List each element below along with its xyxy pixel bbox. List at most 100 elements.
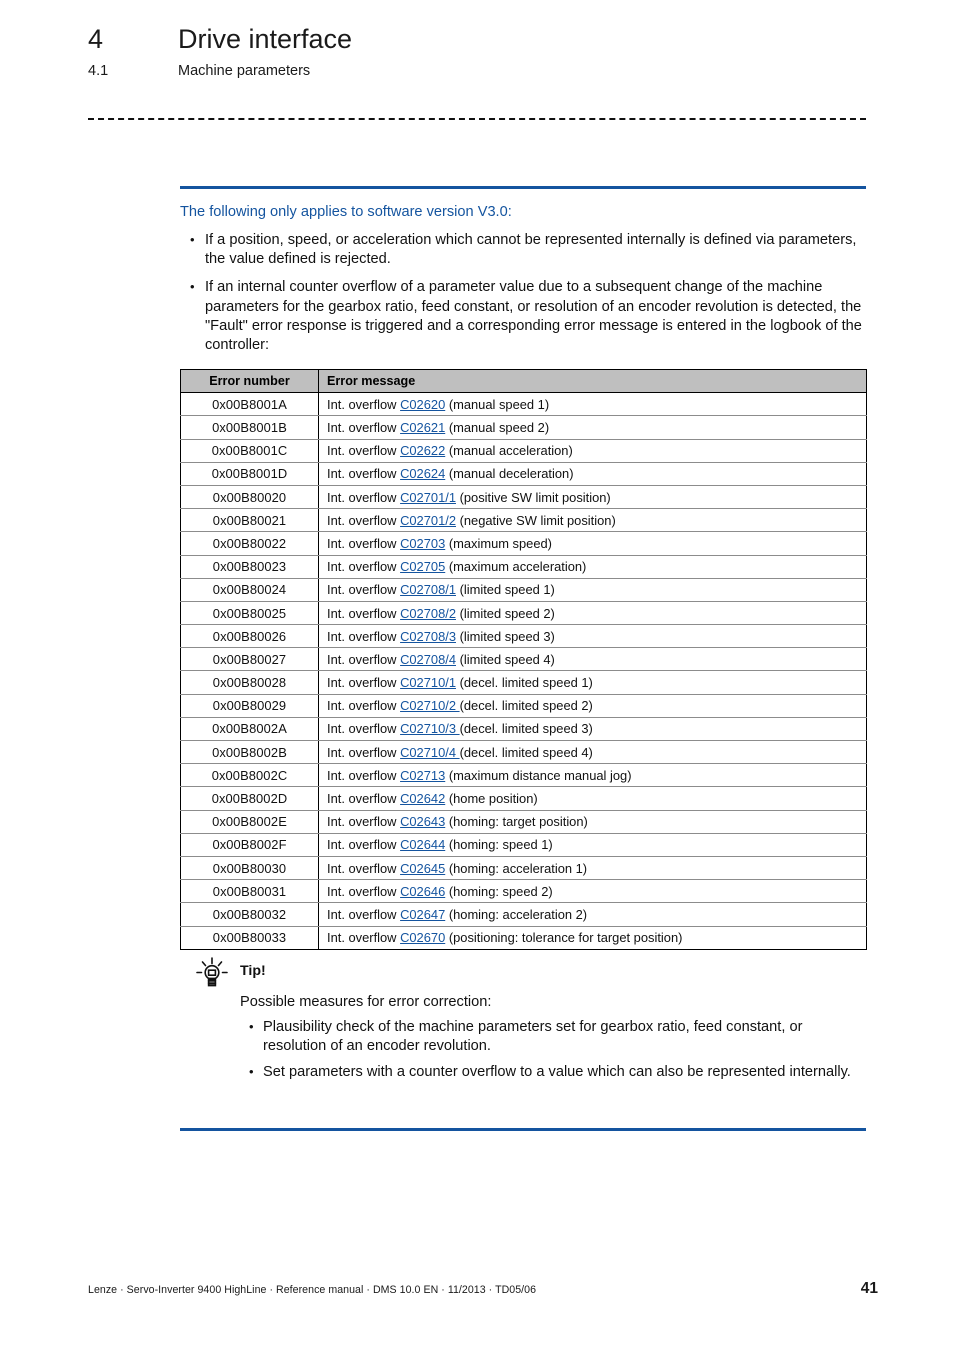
- table-row: 0x00B80021 Int. overflow C02701/2 (negati…: [180, 508, 867, 533]
- message-suffix: (decel. limited speed 4): [459, 744, 593, 760]
- parameter-link[interactable]: C02713: [400, 768, 445, 783]
- parameter-link[interactable]: C02620: [400, 397, 445, 412]
- message-prefix: Int. overflow: [327, 860, 401, 876]
- table-row: 0x00B80027 Int. overflow C02708/4 (limite…: [180, 647, 867, 672]
- cell-error-message: Int. overflow C02620 (manual speed 1): [318, 392, 867, 417]
- message-suffix: (maximum distance manual jog): [445, 767, 632, 783]
- table-row: 0x00B80022 Int. overflow C02703 (maximum …: [180, 531, 867, 556]
- parameter-link[interactable]: C02644: [400, 837, 445, 852]
- table-row: 0x00B80023 Int. overflow C02705 (maximum …: [180, 554, 867, 579]
- message-prefix: Int. overflow: [327, 489, 401, 505]
- parameter-link[interactable]: C02622: [400, 443, 445, 458]
- table-row: 0x00B8002E Int. overflow C02643 (homing: …: [180, 809, 867, 834]
- message-suffix: (negative SW limit position): [455, 512, 616, 528]
- cell-error-number: 0x00B80024: [180, 577, 319, 602]
- error-code-table: Error number Error message 0x00B8001A Int…: [180, 369, 867, 950]
- tip-body: Possible measures for error correction: …: [240, 992, 866, 1082]
- parameter-link[interactable]: C02646: [400, 884, 445, 899]
- parameter-link[interactable]: C02708/1: [400, 582, 456, 597]
- message-suffix: (maximum acceleration): [445, 559, 587, 575]
- parameter-link[interactable]: C02710/1: [400, 675, 456, 690]
- cell-error-number: 0x00B8002B: [180, 740, 319, 765]
- message-suffix: (limited speed 2): [455, 605, 555, 621]
- cell-error-number: 0x00B8002E: [180, 809, 319, 834]
- message-prefix: Int. overflow: [327, 883, 401, 899]
- cell-error-message: Int. overflow C02708/1 (limited speed 1): [318, 577, 867, 602]
- cell-error-number: 0x00B80030: [180, 855, 319, 881]
- cell-error-number: 0x00B8002D: [180, 786, 319, 811]
- message-suffix: (homing: target position): [445, 814, 588, 830]
- table-row: 0x00B8002A Int. overflow C02710/3 (decel.…: [180, 716, 867, 742]
- footer-imprint: Lenze · Servo-Inverter 9400 HighLine · R…: [88, 1284, 537, 1296]
- message-suffix: (positive SW limit position): [455, 489, 611, 505]
- parameter-link[interactable]: C02621: [400, 420, 445, 435]
- parameter-link[interactable]: C02710/2: [400, 698, 460, 713]
- accent-rule-top: [180, 186, 866, 189]
- parameter-link[interactable]: C02708/4: [400, 652, 456, 667]
- parameter-link[interactable]: C02645: [400, 861, 445, 876]
- cell-error-message: Int. overflow C02703 (maximum speed): [318, 531, 867, 556]
- message-suffix: (homing: acceleration 1): [445, 860, 588, 876]
- cell-error-message: Int. overflow C02622 (manual acceleratio…: [318, 438, 867, 463]
- section-number: 4.1: [88, 63, 109, 79]
- parameter-link[interactable]: C02703: [400, 536, 445, 551]
- cell-error-message: Int. overflow C02710/4 (decel. limited s…: [318, 740, 867, 765]
- cell-error-message: Int. overflow C02643 (homing: target pos…: [318, 809, 867, 834]
- message-suffix: (homing: acceleration 2): [445, 906, 588, 922]
- table-row: 0x00B8001B Int. overflow C02621 (manual s…: [180, 415, 867, 440]
- section-title: Machine parameters: [178, 63, 311, 79]
- cell-error-number: 0x00B8001B: [180, 415, 319, 440]
- parameter-link[interactable]: C02670: [400, 930, 445, 945]
- cell-error-number: 0x00B8002A: [180, 716, 319, 742]
- parameter-link[interactable]: C02643: [400, 814, 445, 829]
- message-suffix: (positioning: tolerance for target posit…: [445, 930, 683, 946]
- message-prefix: Int. overflow: [327, 605, 401, 621]
- list-item: Set parameters with a counter overflow t…: [240, 1062, 866, 1082]
- cell-error-message: Int. overflow C02708/2 (limited speed 2): [318, 600, 867, 626]
- table-row: 0x00B8002D Int. overflow C02642 (home pos…: [180, 786, 867, 811]
- parameter-link[interactable]: C02624: [400, 466, 445, 481]
- cell-error-message: Int. overflow C02624 (manual deceleratio…: [318, 461, 867, 486]
- list-item: Plausibility check of the machine parame…: [240, 1017, 866, 1057]
- message-prefix: Int. overflow: [327, 837, 401, 853]
- chapter-number: 4: [88, 24, 104, 54]
- parameter-link[interactable]: C02710/4: [400, 745, 460, 760]
- cell-error-message: Int. overflow C02621 (manual speed 2): [318, 415, 867, 440]
- message-suffix: (decel. limited speed 2): [459, 698, 593, 714]
- main-content: The following only applies to software v…: [180, 186, 867, 950]
- tip-intro-text: Possible measures for error correction:: [240, 994, 492, 1010]
- cell-error-number: 0x00B80032: [180, 902, 319, 927]
- parameter-link[interactable]: C02642: [400, 791, 445, 806]
- parameter-link[interactable]: C02705: [400, 559, 445, 574]
- list-item: If an internal counter overflow of a par…: [180, 277, 866, 355]
- table-row: 0x00B80029 Int. overflow C02710/2 (decel.…: [180, 693, 867, 718]
- page-footer: Lenze · Servo-Inverter 9400 HighLine · R…: [88, 1280, 878, 1298]
- message-prefix: Int. overflow: [327, 466, 401, 482]
- intro-lead-text: The following only applies to software v…: [180, 204, 512, 220]
- message-prefix: Int. overflow: [327, 443, 401, 459]
- message-suffix: (limited speed 4): [455, 651, 555, 667]
- cell-error-message: Int. overflow C02710/2 (decel. limited s…: [318, 693, 867, 718]
- table-row: 0x00B8002C Int. overflow C02713 (maximum …: [180, 763, 867, 788]
- table-row: 0x00B8001A Int. overflow C02620 (manual s…: [180, 392, 867, 417]
- cell-error-message: Int. overflow C02713 (maximum distance m…: [318, 763, 867, 788]
- parameter-link[interactable]: C02701/2: [400, 513, 456, 528]
- cell-error-number: 0x00B80031: [180, 879, 319, 904]
- parameter-link[interactable]: C02647: [400, 907, 445, 922]
- parameter-link[interactable]: C02701/1: [400, 490, 456, 505]
- parameter-link[interactable]: C02708/2: [400, 606, 456, 621]
- message-suffix: (decel. limited speed 3): [459, 721, 593, 737]
- cell-error-number: 0x00B8001C: [180, 438, 319, 463]
- table-row: 0x00B80025 Int. overflow C02708/2 (limite…: [180, 600, 867, 626]
- cell-error-message: Int. overflow C02642 (home position): [318, 786, 867, 811]
- table-row: 0x00B80020 Int. overflow C02701/1 (positi…: [180, 484, 867, 510]
- cell-error-number: 0x00B80029: [180, 693, 319, 718]
- parameter-link[interactable]: C02708/3: [400, 629, 456, 644]
- section-heading: 4.1 Machine parameters: [88, 62, 878, 80]
- parameter-link[interactable]: C02710/3: [400, 721, 460, 736]
- message-prefix: Int. overflow: [327, 675, 401, 691]
- table-header-row: Error number Error message: [180, 369, 867, 394]
- table-row: 0x00B80033 Int. overflow C02670 (position…: [180, 925, 867, 950]
- tip-bullet-list: Plausibility check of the machine parame…: [240, 1017, 866, 1082]
- cell-error-message: Int. overflow C02701/1 (positive SW limi…: [318, 484, 867, 510]
